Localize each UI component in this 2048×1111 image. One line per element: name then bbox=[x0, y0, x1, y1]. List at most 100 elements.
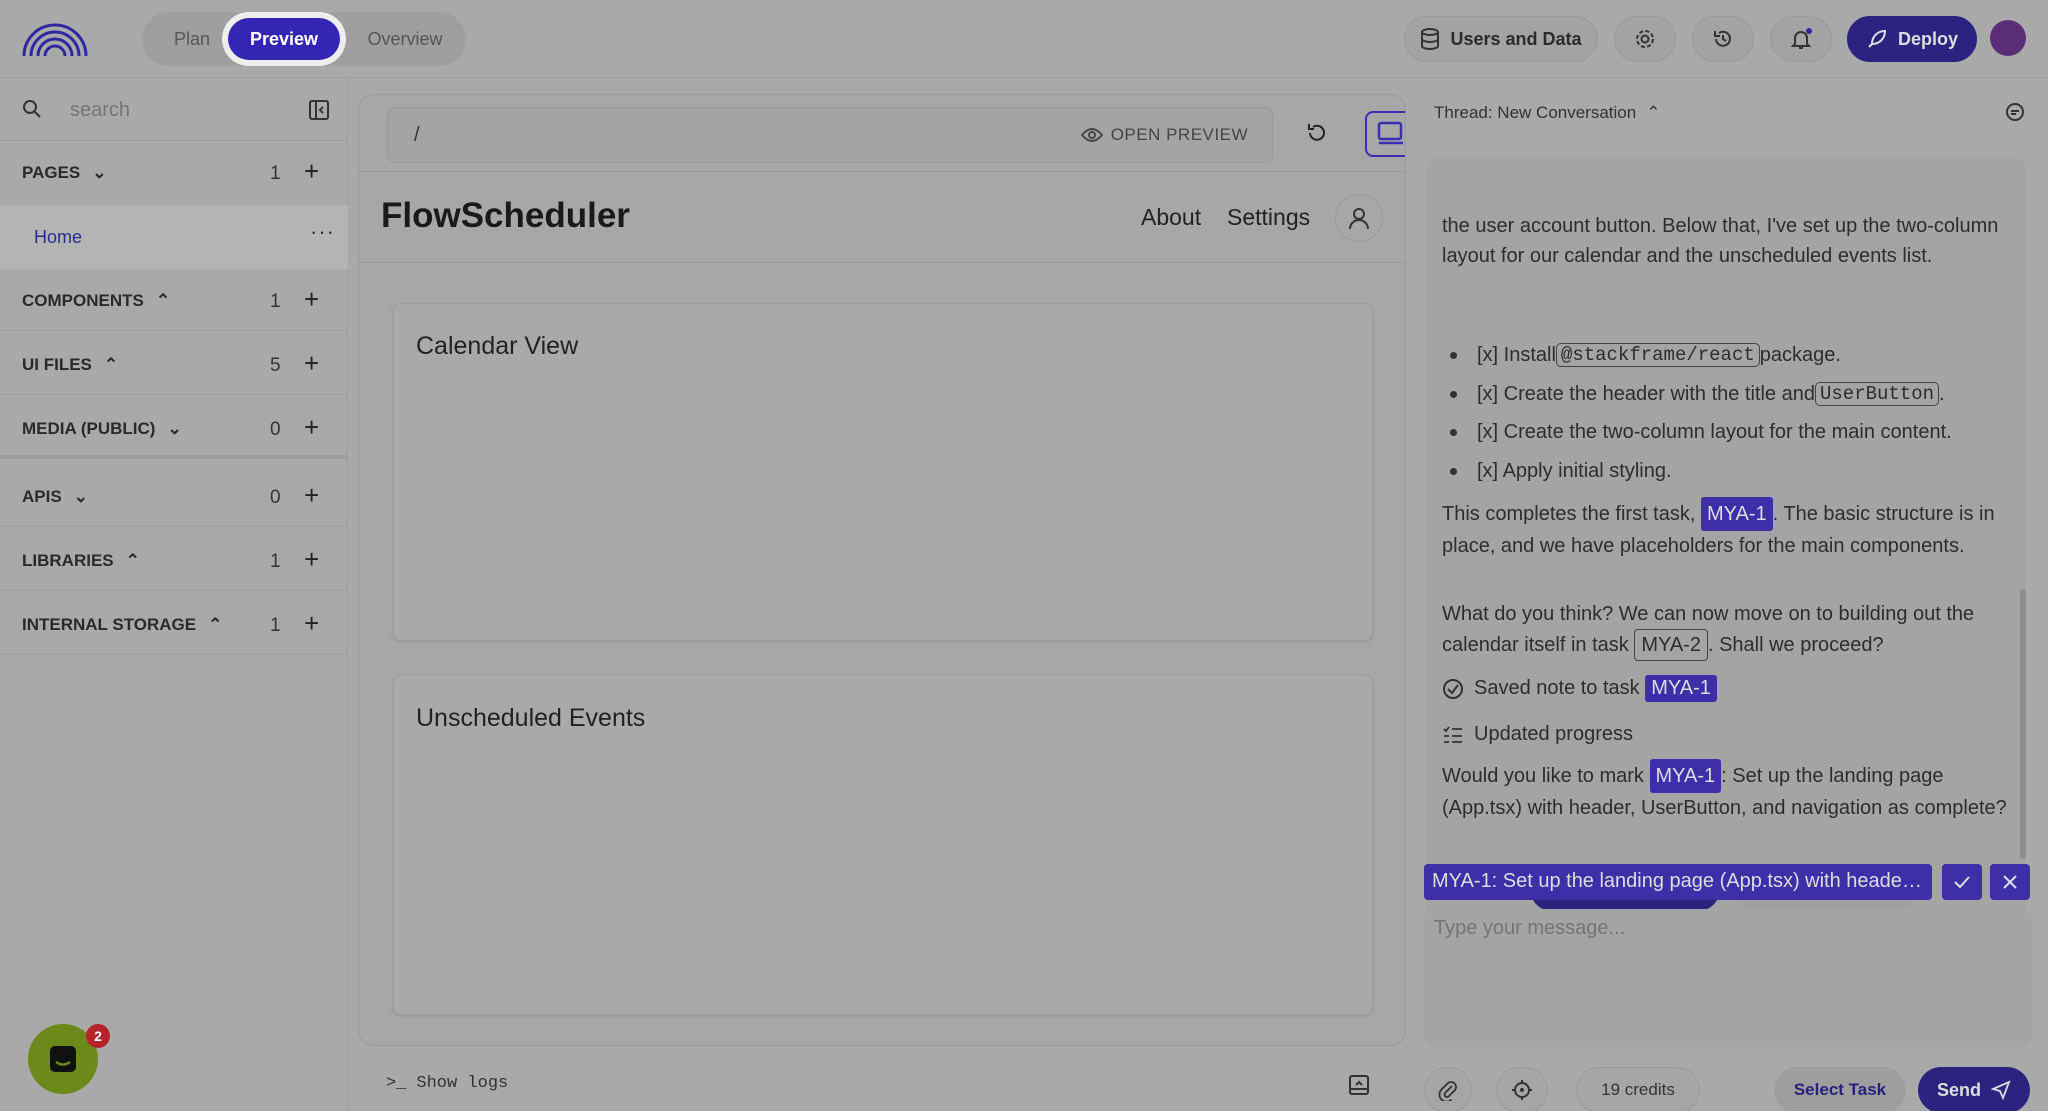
thread-title: Thread: New Conversation bbox=[1434, 103, 1637, 122]
section-internal-storage-label: INTERNAL STORAGE bbox=[22, 615, 197, 634]
app-title: FlowScheduler bbox=[381, 196, 630, 235]
section-components-count: 1 bbox=[270, 291, 281, 312]
message-text: What do you think? We can now move on to… bbox=[1442, 599, 2012, 661]
nav-about-link[interactable]: About bbox=[1141, 204, 1201, 231]
section-libraries[interactable]: LIBRARIES ⌃ 1 + bbox=[0, 529, 348, 591]
sidebar-search bbox=[0, 79, 348, 141]
remove-task-button[interactable] bbox=[1990, 864, 2030, 900]
tab-overview[interactable]: Overview bbox=[350, 18, 460, 60]
open-preview-label: OPEN PREVIEW bbox=[1110, 125, 1248, 144]
users-and-data-button[interactable]: Users and Data bbox=[1404, 16, 1598, 62]
open-preview-button[interactable]: OPEN PREVIEW bbox=[1080, 125, 1248, 145]
tab-plan[interactable]: Plan bbox=[152, 18, 232, 60]
send-icon bbox=[1991, 1080, 2011, 1100]
section-pages[interactable]: PAGES ⌄ 1 + bbox=[0, 141, 348, 205]
preview-panel: / OPEN PREVIEW FlowScheduler About Setti… bbox=[358, 94, 1406, 1046]
add-api-icon[interactable]: + bbox=[304, 482, 319, 508]
chevron-up-icon: ⌃ bbox=[155, 291, 171, 310]
task-tag[interactable]: MYA-1 bbox=[1649, 759, 1722, 793]
add-media-icon[interactable]: + bbox=[304, 414, 319, 440]
chevron-up-icon: ⌃ bbox=[125, 551, 140, 570]
deploy-button[interactable]: Deploy bbox=[1847, 16, 1977, 62]
task-list-item: [x] Apply initial styling. bbox=[1442, 460, 1672, 483]
section-pages-label: PAGES bbox=[22, 163, 81, 182]
section-libraries-count: 1 bbox=[270, 551, 281, 572]
task-tag[interactable]: MYA-2 bbox=[1634, 629, 1708, 661]
more-options-icon[interactable]: ··· bbox=[310, 219, 335, 245]
reload-icon[interactable] bbox=[1305, 121, 1329, 145]
paperclip-icon bbox=[1438, 1081, 1457, 1101]
sidebar-item-home[interactable]: Home ··· bbox=[0, 205, 348, 269]
add-storage-icon[interactable]: + bbox=[304, 610, 319, 636]
settings-button[interactable] bbox=[1614, 16, 1676, 62]
chevron-down-icon: ⌄ bbox=[167, 419, 182, 438]
section-ui-files[interactable]: UI FILES ⌃ 5 + bbox=[0, 333, 348, 395]
section-pages-count: 1 bbox=[270, 163, 281, 184]
tab-preview[interactable]: Preview bbox=[228, 18, 340, 60]
history-icon bbox=[1714, 30, 1731, 47]
nav-settings-link[interactable]: Settings bbox=[1227, 204, 1310, 231]
confirm-task-button[interactable] bbox=[1942, 864, 1982, 900]
add-ui-file-icon[interactable]: + bbox=[304, 350, 319, 376]
message-input[interactable] bbox=[1434, 917, 2014, 1027]
deploy-label: Deploy bbox=[1897, 28, 1958, 49]
add-component-icon[interactable]: + bbox=[304, 286, 319, 312]
send-button[interactable]: Send bbox=[1918, 1067, 2030, 1111]
app-header: FlowScheduler About Settings bbox=[359, 171, 1405, 263]
message-text: Would you like to mark MYA-1: Set up the… bbox=[1442, 759, 2012, 823]
scrollbar[interactable] bbox=[2020, 589, 2026, 859]
eye-icon bbox=[1080, 128, 1103, 142]
section-media-label: MEDIA (PUBLIC) bbox=[22, 419, 156, 438]
section-media[interactable]: MEDIA (PUBLIC) ⌄ 0 + bbox=[0, 397, 348, 459]
task-tag[interactable]: MYA-1 bbox=[1700, 497, 1773, 531]
section-components[interactable]: COMPONENTS ⌃ 1 + bbox=[0, 269, 348, 331]
chevron-down-icon: ⌄ bbox=[92, 163, 107, 182]
chevron-down-icon: ⌄ bbox=[73, 487, 88, 506]
rocket-icon bbox=[1868, 29, 1886, 48]
crosshair-icon bbox=[1512, 1080, 1532, 1100]
chevron-up-icon: ⌃ bbox=[208, 615, 223, 634]
search-input[interactable] bbox=[70, 93, 290, 127]
section-media-count: 0 bbox=[270, 419, 281, 440]
task-list-item: [x] Install @stackframe/react package. bbox=[1442, 343, 1841, 367]
show-logs-button[interactable]: >_ Show logs bbox=[386, 1074, 508, 1093]
close-icon bbox=[2003, 875, 2017, 889]
chevron-up-icon: ⌃ bbox=[1646, 103, 1661, 122]
search-icon bbox=[23, 100, 41, 118]
unscheduled-events-card: Unscheduled Events bbox=[393, 675, 1373, 1015]
section-apis[interactable]: APIS ⌄ 0 + bbox=[0, 465, 348, 527]
attach-button[interactable] bbox=[1424, 1067, 1472, 1111]
checklist-icon bbox=[1443, 725, 1462, 743]
task-list-item: [x] Create the two-column layout for the… bbox=[1442, 421, 1952, 444]
conversation-area: the user account button. Below that, I'v… bbox=[1426, 157, 2026, 925]
add-library-icon[interactable]: + bbox=[304, 546, 319, 572]
section-ui-files-count: 5 bbox=[270, 355, 281, 376]
show-logs-label: Show logs bbox=[416, 1074, 509, 1093]
add-page-icon[interactable]: + bbox=[304, 158, 319, 184]
database-icon bbox=[1421, 28, 1440, 50]
collapse-sidebar-icon[interactable] bbox=[308, 99, 330, 121]
notifications-button[interactable] bbox=[1770, 16, 1832, 62]
message-text: the user account button. Below that, I'v… bbox=[1442, 215, 1999, 267]
select-task-button[interactable]: Select Task bbox=[1774, 1067, 1906, 1111]
section-internal-storage[interactable]: INTERNAL STORAGE ⌃ 1 + bbox=[0, 593, 348, 655]
device-toggle-button[interactable] bbox=[1365, 111, 1405, 157]
users-and-data-label: Users and Data bbox=[1450, 28, 1582, 49]
credits-indicator: 19 credits bbox=[1576, 1067, 1700, 1111]
thread-selector[interactable]: Thread: New Conversation ⌃ bbox=[1434, 103, 1660, 123]
url-bar[interactable]: / OPEN PREVIEW bbox=[387, 107, 1273, 163]
chat-icon bbox=[50, 1046, 76, 1072]
selected-task-chip[interactable]: MYA-1: Set up the landing page (App.tsx)… bbox=[1424, 864, 1932, 900]
section-internal-storage-count: 1 bbox=[270, 615, 281, 636]
card-title: Unscheduled Events bbox=[416, 704, 646, 732]
rainbow-logo-icon[interactable] bbox=[20, 18, 90, 58]
avatar[interactable] bbox=[1990, 20, 2026, 56]
chat-history-icon[interactable] bbox=[2004, 101, 2026, 123]
panel-icon[interactable] bbox=[1348, 1074, 1370, 1096]
check-circle-icon bbox=[1443, 678, 1463, 699]
chevron-up-icon: ⌃ bbox=[103, 355, 119, 374]
target-button[interactable] bbox=[1496, 1067, 1548, 1111]
user-button[interactable] bbox=[1335, 194, 1383, 242]
task-tag[interactable]: MYA-1 bbox=[1645, 675, 1717, 702]
history-button[interactable] bbox=[1692, 16, 1754, 62]
